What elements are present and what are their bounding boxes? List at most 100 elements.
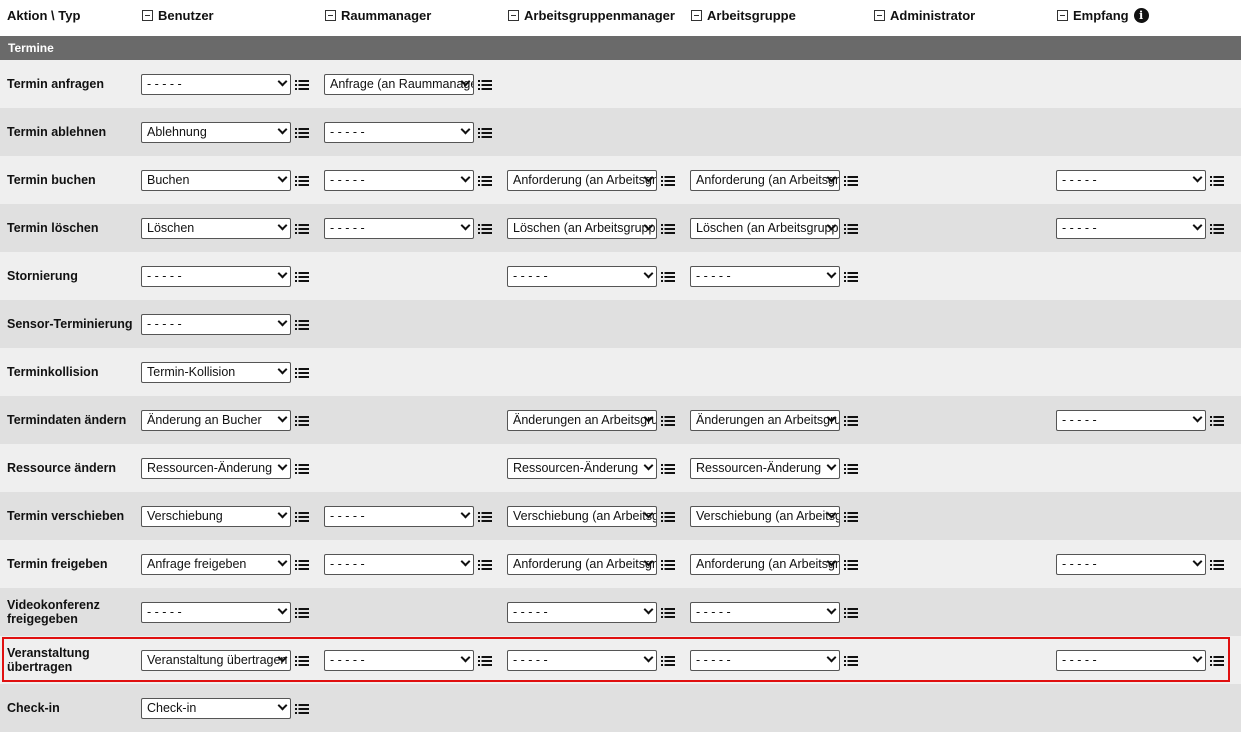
select-raummanager[interactable]: - - - - - — [324, 122, 474, 143]
list-icon[interactable] — [295, 319, 309, 331]
list-icon[interactable] — [295, 79, 309, 91]
select-arbeitsgruppe[interactable]: - - - - - — [690, 650, 840, 671]
list-icon[interactable] — [661, 655, 675, 667]
list-icon[interactable] — [844, 223, 858, 235]
select-empfang[interactable]: - - - - - — [1056, 410, 1206, 431]
list-icon[interactable] — [295, 463, 309, 475]
column-header-empfang[interactable]: Empfang i — [1057, 8, 1149, 23]
list-icon[interactable] — [661, 559, 675, 571]
list-icon[interactable] — [844, 607, 858, 619]
select-benutzer[interactable]: Buchen — [141, 170, 291, 191]
select-raummanager[interactable]: - - - - - — [324, 650, 474, 671]
list-icon[interactable] — [478, 79, 492, 91]
list-icon[interactable] — [661, 607, 675, 619]
list-icon[interactable] — [295, 511, 309, 523]
list-icon[interactable] — [1210, 175, 1224, 187]
select-arbeitsgruppenmanager[interactable]: Löschen (an Arbeitsgruppe) — [507, 218, 657, 239]
select-arbeitsgruppenmanager[interactable]: Ressourcen-Änderung — [507, 458, 657, 479]
list-icon[interactable] — [1210, 415, 1224, 427]
column-header-benutzer[interactable]: Benutzer — [142, 8, 214, 23]
select-arbeitsgruppenmanager[interactable]: Verschiebung (an Arbeitsgruppe) — [507, 506, 657, 527]
select-arbeitsgruppe[interactable]: Ressourcen-Änderung — [690, 458, 840, 479]
select-arbeitsgruppe[interactable]: Anforderung (an Arbeitsgruppe) — [690, 170, 840, 191]
select-benutzer[interactable]: Ablehnung — [141, 122, 291, 143]
select-raummanager[interactable]: - - - - - — [324, 170, 474, 191]
list-icon[interactable] — [295, 127, 309, 139]
select-raummanager[interactable]: Anfrage (an Raummanager) — [324, 74, 474, 95]
select-empfang[interactable]: - - - - - — [1056, 170, 1206, 191]
select-benutzer[interactable]: Termin-Kollision — [141, 362, 291, 383]
list-icon[interactable] — [661, 511, 675, 523]
list-icon[interactable] — [478, 655, 492, 667]
column-header-raummanager[interactable]: Raummanager — [325, 8, 431, 23]
collapse-minus-icon[interactable] — [874, 10, 885, 21]
select-benutzer[interactable]: - - - - - — [141, 314, 291, 335]
select-empfang[interactable]: - - - - - — [1056, 554, 1206, 575]
select-arbeitsgruppe[interactable]: Verschiebung (an Arbeitsgruppe) — [690, 506, 840, 527]
list-icon[interactable] — [478, 511, 492, 523]
list-icon[interactable] — [661, 415, 675, 427]
info-icon[interactable]: i — [1133, 8, 1149, 23]
select-raummanager[interactable]: - - - - - — [324, 554, 474, 575]
select-arbeitsgruppe[interactable]: Änderungen an Arbeitsgruppe — [690, 410, 840, 431]
list-icon[interactable] — [295, 223, 309, 235]
select-arbeitsgruppenmanager[interactable]: - - - - - — [507, 602, 657, 623]
list-icon[interactable] — [295, 367, 309, 379]
select-arbeitsgruppe[interactable]: - - - - - — [690, 602, 840, 623]
collapse-minus-icon[interactable] — [691, 10, 702, 21]
list-icon[interactable] — [844, 655, 858, 667]
list-icon[interactable] — [844, 415, 858, 427]
list-icon[interactable] — [478, 127, 492, 139]
select-benutzer[interactable]: - - - - - — [141, 74, 291, 95]
list-icon[interactable] — [295, 607, 309, 619]
list-icon[interactable] — [478, 223, 492, 235]
list-icon[interactable] — [478, 175, 492, 187]
column-header-arbeitsgruppenmanager[interactable]: Arbeitsgruppenmanager — [508, 8, 675, 23]
select-arbeitsgruppenmanager[interactable]: - - - - - — [507, 266, 657, 287]
select-benutzer[interactable]: Veranstaltung übertragen — [141, 650, 291, 671]
list-icon[interactable] — [844, 271, 858, 283]
select-arbeitsgruppe[interactable]: Anforderung (an Arbeitsgruppe) — [690, 554, 840, 575]
list-icon[interactable] — [295, 655, 309, 667]
select-raummanager[interactable]: - - - - - — [324, 218, 474, 239]
list-icon[interactable] — [295, 175, 309, 187]
list-icon[interactable] — [295, 271, 309, 283]
select-benutzer[interactable]: Löschen — [141, 218, 291, 239]
list-icon[interactable] — [295, 415, 309, 427]
list-icon[interactable] — [844, 175, 858, 187]
collapse-minus-icon[interactable] — [508, 10, 519, 21]
list-icon[interactable] — [478, 559, 492, 571]
select-empfang[interactable]: - - - - - — [1056, 650, 1206, 671]
select-empfang[interactable]: - - - - - — [1056, 218, 1206, 239]
list-icon[interactable] — [661, 463, 675, 475]
list-icon[interactable] — [1210, 655, 1224, 667]
list-icon[interactable] — [844, 559, 858, 571]
list-icon[interactable] — [1210, 223, 1224, 235]
select-arbeitsgruppenmanager[interactable]: - - - - - — [507, 650, 657, 671]
select-raummanager[interactable]: - - - - - — [324, 506, 474, 527]
select-arbeitsgruppenmanager[interactable]: Anforderung (an Arbeitsgruppe) — [507, 554, 657, 575]
list-icon[interactable] — [295, 703, 309, 715]
select-benutzer[interactable]: Ressourcen-Änderung — [141, 458, 291, 479]
collapse-minus-icon[interactable] — [325, 10, 336, 21]
list-icon[interactable] — [661, 175, 675, 187]
select-arbeitsgruppe[interactable]: Löschen (an Arbeitsgruppe) — [690, 218, 840, 239]
select-arbeitsgruppenmanager[interactable]: Anforderung (an Arbeitsgruppe) — [507, 170, 657, 191]
list-icon[interactable] — [1210, 559, 1224, 571]
list-icon[interactable] — [844, 511, 858, 523]
list-icon[interactable] — [295, 559, 309, 571]
select-benutzer[interactable]: Anfrage freigeben — [141, 554, 291, 575]
select-benutzer[interactable]: - - - - - — [141, 266, 291, 287]
collapse-minus-icon[interactable] — [142, 10, 153, 21]
column-header-administrator[interactable]: Administrator — [874, 8, 975, 23]
column-header-arbeitsgruppe[interactable]: Arbeitsgruppe — [691, 8, 796, 23]
collapse-minus-icon[interactable] — [1057, 10, 1068, 21]
select-benutzer[interactable]: Verschiebung — [141, 506, 291, 527]
select-benutzer[interactable]: Check-in — [141, 698, 291, 719]
select-benutzer[interactable]: Änderung an Bucher — [141, 410, 291, 431]
list-icon[interactable] — [661, 223, 675, 235]
select-arbeitsgruppe[interactable]: - - - - - — [690, 266, 840, 287]
list-icon[interactable] — [661, 271, 675, 283]
select-benutzer[interactable]: - - - - - — [141, 602, 291, 623]
list-icon[interactable] — [844, 463, 858, 475]
